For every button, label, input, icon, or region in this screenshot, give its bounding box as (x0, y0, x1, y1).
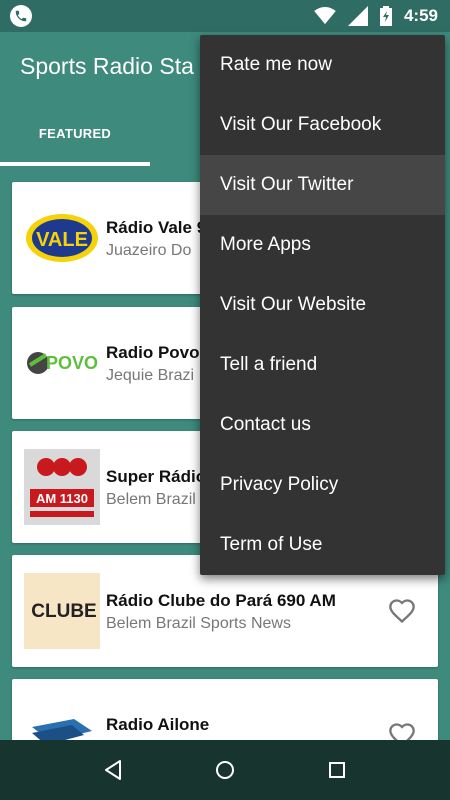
station-name: Rádio Vale 9 (106, 218, 207, 237)
signal-icon (347, 6, 368, 26)
list-item[interactable]: Radio Ailone (12, 679, 438, 740)
clock: 4:59 (403, 6, 438, 25)
navigation-bar (0, 740, 450, 800)
station-name: Rádio Clube do Pará 690 AM (106, 591, 336, 610)
super-logo-text: AM 1130 (36, 491, 88, 506)
menu-item-tell-friend[interactable]: Tell a friend (200, 335, 445, 395)
povo-logo-text: POVO (46, 353, 98, 373)
station-subtitle: Jequie Brazi (106, 367, 195, 384)
home-icon[interactable] (213, 758, 237, 782)
station-name: Radio Ailone (106, 715, 210, 734)
status-bar: 4:59 (0, 0, 450, 32)
menu-item-website[interactable]: Visit Our Website (200, 275, 445, 335)
back-icon[interactable] (101, 758, 125, 782)
menu-item-more-apps[interactable]: More Apps (200, 215, 445, 275)
station-subtitle: Belem Brazil (106, 491, 196, 508)
menu-item-twitter[interactable]: Visit Our Twitter (200, 155, 445, 215)
vale-logo-text: VALE (36, 229, 88, 251)
radio-ailone-logo (24, 697, 100, 740)
app-title: Sports Radio Sta (20, 53, 194, 79)
menu-item-facebook[interactable]: Visit Our Facebook (200, 95, 445, 155)
vale-fm-logo: VALE (24, 200, 100, 276)
station-subtitle: Belem Brazil Sports News (106, 615, 291, 632)
menu-item-privacy[interactable]: Privacy Policy (200, 455, 445, 515)
station-subtitle: Juazeiro Do (106, 242, 192, 259)
wifi-icon (314, 7, 336, 25)
recents-icon[interactable] (325, 758, 349, 782)
menu-item-terms[interactable]: Term of Use (200, 515, 445, 575)
battery-icon (379, 6, 392, 26)
menu-item-rate[interactable]: Rate me now (200, 35, 445, 95)
menu-item-contact[interactable]: Contact us (200, 395, 445, 455)
station-name: Super Rádio (106, 467, 207, 486)
overflow-menu: Rate me now Visit Our Facebook Visit Our… (200, 35, 445, 575)
radio-clube-logo: CLUBE (24, 573, 100, 649)
phone-icon (10, 5, 32, 27)
super-marajoara-logo: AM 1130 (24, 449, 100, 525)
station-name: Radio Povo (106, 343, 200, 362)
favorite-heart-icon[interactable] (388, 597, 416, 625)
tab-featured[interactable]: FEATURED (0, 106, 150, 162)
radio-povo-logo: POVO (24, 325, 100, 401)
favorite-heart-icon[interactable] (388, 721, 416, 740)
clube-logo-text: CLUBE (31, 601, 96, 622)
